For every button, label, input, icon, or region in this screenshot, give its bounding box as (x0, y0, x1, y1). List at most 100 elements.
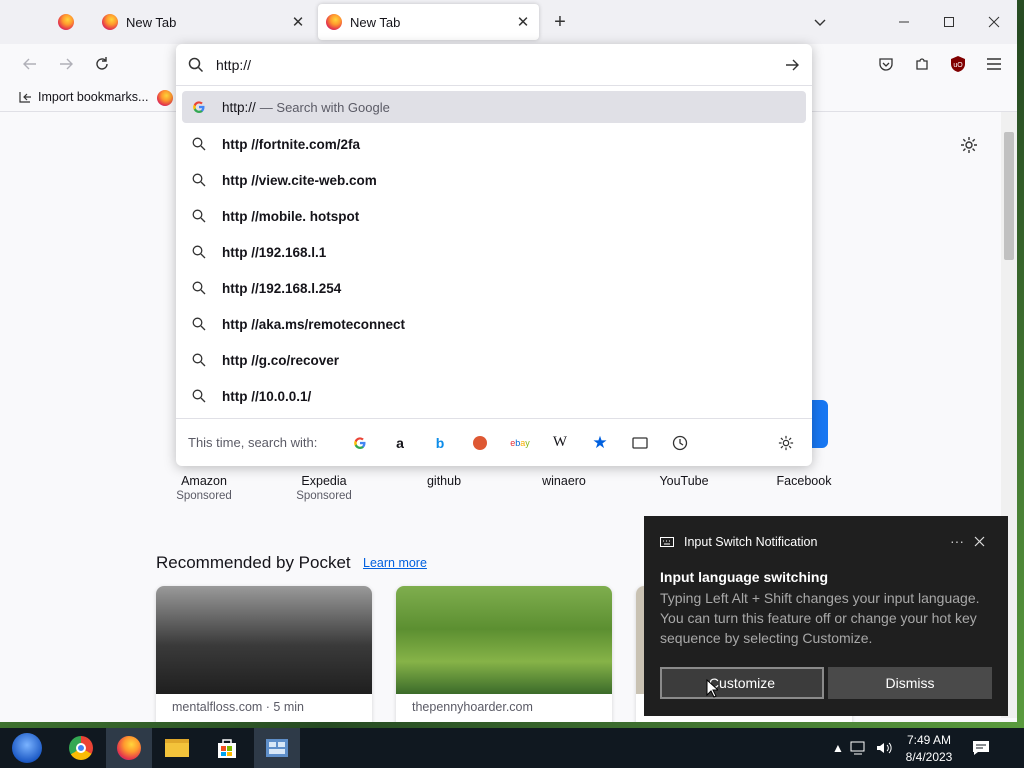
notification-header: Input Switch Notification (660, 535, 817, 549)
windows-taskbar: ▲ 7:49 AM 8/4/2023 (0, 728, 1024, 768)
list-tabs-chevron-icon[interactable] (806, 8, 834, 36)
suggestion-text: http //mobile. hotspot (222, 208, 360, 224)
pocket-icon[interactable] (872, 50, 900, 78)
suggestion-text: http //g.co/recover (222, 352, 340, 368)
tab-new-tab-1[interactable]: New Tab ✕ (94, 4, 314, 40)
back-arrow-icon[interactable] (16, 50, 44, 78)
control-panel-icon[interactable] (254, 728, 300, 768)
firefox-taskbar-icon[interactable] (106, 728, 152, 768)
close-icon[interactable] (974, 535, 985, 550)
top-site-github[interactable]: github (384, 474, 504, 488)
close-window-icon[interactable] (980, 8, 1008, 36)
search-icon (190, 281, 208, 295)
close-tab-icon[interactable]: ✕ (515, 13, 531, 31)
top-site-youtube[interactable]: YouTube (624, 474, 744, 488)
duckduckgo-icon[interactable] (460, 428, 500, 458)
volume-icon[interactable] (876, 728, 894, 768)
notification-title: Input language switching (660, 569, 828, 585)
keyboard-icon (660, 537, 674, 547)
notification-body: Typing Left Alt + Shift changes your inp… (660, 590, 980, 646)
pocket-heading: Recommended by Pocket (156, 553, 351, 572)
bing-icon[interactable]: b (420, 428, 460, 458)
store-icon[interactable] (204, 728, 250, 768)
customize-button[interactable]: Customize (660, 667, 824, 699)
pinned-tab[interactable] (44, 4, 88, 40)
firefox-bookmark-icon[interactable] (157, 90, 173, 106)
suggestion-row[interactable]: http //g.co/recover (182, 344, 806, 376)
search-icon (188, 57, 204, 73)
clock-date: 8/4/2023 (905, 749, 953, 764)
chrome-icon[interactable] (58, 728, 104, 768)
clock[interactable]: 7:49 AM 8/4/2023 (900, 728, 958, 768)
google-icon (190, 100, 208, 114)
search-icon (190, 209, 208, 223)
story-image (396, 586, 612, 694)
learn-more-link[interactable]: Learn more (363, 556, 427, 570)
top-site-name: Amazon (181, 474, 227, 488)
story-source: mentalfloss.com · 5 min (172, 700, 304, 714)
reload-icon[interactable] (88, 50, 116, 78)
start-button-windows-icon[interactable] (4, 728, 50, 768)
suggestion-row[interactable]: http //10.0.0.1/ (182, 380, 806, 412)
ublock-origin-icon[interactable]: uO (944, 50, 972, 78)
story-source: thepennyhoarder.com (412, 700, 533, 714)
top-site-facebook[interactable]: Facebook (744, 474, 864, 488)
top-site-name: winaero (542, 474, 586, 488)
top-site-expedia[interactable]: Expedia Sponsored (264, 474, 384, 502)
suggestion-text: http //10.0.0.1/ (222, 388, 312, 404)
svg-text:uO: uO (953, 62, 963, 69)
gear-icon[interactable] (960, 136, 978, 157)
history-clock-icon[interactable] (660, 428, 700, 458)
sponsored-label: Sponsored (296, 490, 352, 502)
one-off-label: This time, search with: (188, 435, 318, 450)
show-hidden-icons-chevron-icon[interactable]: ▲ (832, 728, 844, 768)
pocket-story-card[interactable]: mentalfloss.com · 5 min (156, 586, 372, 722)
suggestion-row[interactable]: http //fortnite.com/2fa (182, 128, 806, 160)
hamburger-menu-icon[interactable] (980, 50, 1008, 78)
suggestion-text: http:// (222, 99, 256, 115)
notification-app-name: Input Switch Notification (684, 535, 818, 549)
top-site-amazon[interactable]: Amazon Sponsored (144, 474, 264, 502)
suggestion-row[interactable]: http //aka.ms/remoteconnect (182, 308, 806, 340)
ebay-icon[interactable]: ebay (500, 428, 540, 458)
go-arrow-icon[interactable] (784, 57, 800, 73)
import-bookmarks-button[interactable]: Import bookmarks... (18, 90, 148, 104)
wikipedia-icon[interactable]: W (540, 428, 580, 458)
suggestion-google-search[interactable]: http:// — Search with Google (182, 91, 806, 123)
suggestion-row[interactable]: http //view.cite-web.com (182, 164, 806, 196)
file-explorer-icon[interactable] (154, 728, 200, 768)
url-input[interactable] (216, 57, 756, 73)
tab-title: New Tab (350, 14, 401, 30)
sponsored-label: Sponsored (176, 490, 232, 502)
one-off-search-bar: This time, search with: a b ebay W ★ (176, 418, 812, 466)
story-image (156, 586, 372, 694)
scrollbar-thumb[interactable] (1004, 132, 1014, 260)
tab-new-tab-2-active[interactable]: New Tab ✕ (318, 4, 539, 40)
input-switch-notification: Input Switch Notification ··· Input lang… (644, 516, 1008, 716)
tab-title: New Tab (126, 14, 177, 30)
google-icon[interactable] (340, 428, 380, 458)
dismiss-button[interactable]: Dismiss (828, 667, 992, 699)
more-options-icon[interactable]: ··· (950, 533, 964, 549)
amazon-icon[interactable]: a (380, 428, 420, 458)
suggestion-text: http //aka.ms/remoteconnect (222, 316, 406, 332)
top-site-winaero[interactable]: winaero (504, 474, 624, 488)
forward-arrow-icon[interactable] (52, 50, 80, 78)
suggestion-row[interactable]: http //mobile. hotspot (182, 200, 806, 232)
suggestion-row[interactable]: http //192.168.l.254 (182, 272, 806, 304)
suggestion-row[interactable]: http //192.168.l.1 (182, 236, 806, 268)
search-settings-gear-icon[interactable] (766, 428, 806, 458)
urlbar[interactable] (176, 48, 812, 82)
network-icon[interactable] (850, 728, 868, 768)
tabs-icon[interactable] (620, 428, 660, 458)
pocket-story-card[interactable]: thepennyhoarder.com (396, 586, 612, 722)
plus-icon[interactable]: + (546, 8, 574, 36)
bookmarks-star-icon[interactable]: ★ (580, 428, 620, 458)
maximize-icon[interactable] (935, 8, 963, 36)
close-tab-icon[interactable]: ✕ (290, 13, 306, 31)
mouse-cursor-icon (706, 679, 718, 698)
action-center-icon[interactable] (972, 728, 990, 768)
extensions-puzzle-icon[interactable] (908, 50, 936, 78)
minimize-icon[interactable] (890, 8, 918, 36)
suggestion-text: http //192.168.l.1 (222, 244, 327, 260)
